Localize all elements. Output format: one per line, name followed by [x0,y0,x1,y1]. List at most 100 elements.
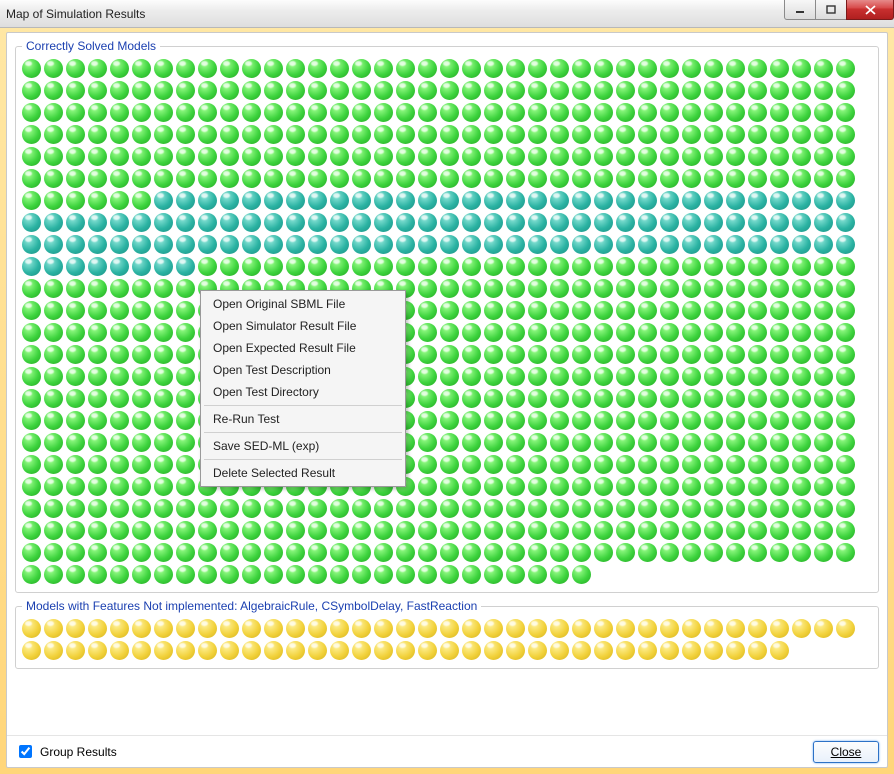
result-dot[interactable] [66,213,85,232]
result-dot[interactable] [528,125,547,144]
result-dot[interactable] [440,641,459,660]
result-dot[interactable] [550,411,569,430]
result-dot[interactable] [814,301,833,320]
result-dot[interactable] [770,477,789,496]
result-dot[interactable] [814,433,833,452]
result-dot[interactable] [506,59,525,78]
result-dot[interactable] [88,169,107,188]
result-dot[interactable] [44,301,63,320]
result-dot[interactable] [154,125,173,144]
result-dot[interactable] [66,323,85,342]
result-dot[interactable] [462,125,481,144]
result-dot[interactable] [308,521,327,540]
result-dot[interactable] [836,521,855,540]
result-dot[interactable] [462,455,481,474]
menu-item[interactable]: Open Simulator Result File [203,315,403,337]
result-dot[interactable] [572,619,591,638]
result-dot[interactable] [770,147,789,166]
result-dot[interactable] [682,499,701,518]
result-dot[interactable] [440,235,459,254]
result-dot[interactable] [154,279,173,298]
result-dot[interactable] [220,521,239,540]
result-dot[interactable] [220,619,239,638]
result-dot[interactable] [528,213,547,232]
result-dot[interactable] [770,213,789,232]
result-dot[interactable] [462,323,481,342]
result-dot[interactable] [704,59,723,78]
result-dot[interactable] [132,619,151,638]
result-dot[interactable] [682,455,701,474]
result-dot[interactable] [682,235,701,254]
result-dot[interactable] [814,257,833,276]
result-dot[interactable] [638,367,657,386]
result-dot[interactable] [748,411,767,430]
result-dot[interactable] [418,565,437,584]
result-dot[interactable] [550,499,569,518]
result-dot[interactable] [154,499,173,518]
result-dot[interactable] [110,169,129,188]
result-dot[interactable] [418,411,437,430]
result-dot[interactable] [506,213,525,232]
result-dot[interactable] [176,389,195,408]
result-dot[interactable] [616,103,635,122]
result-dot[interactable] [242,213,261,232]
result-dot[interactable] [836,411,855,430]
result-dot[interactable] [528,433,547,452]
result-dot[interactable] [462,521,481,540]
result-dot[interactable] [770,191,789,210]
result-dot[interactable] [572,59,591,78]
result-dot[interactable] [748,619,767,638]
result-dot[interactable] [154,169,173,188]
menu-item[interactable]: Save SED-ML (exp) [203,435,403,457]
result-dot[interactable] [792,301,811,320]
result-dot[interactable] [132,59,151,78]
result-dot[interactable] [484,235,503,254]
result-dot[interactable] [726,301,745,320]
result-dot[interactable] [154,81,173,100]
result-dot[interactable] [44,499,63,518]
result-dot[interactable] [572,345,591,364]
result-dot[interactable] [154,389,173,408]
result-dot[interactable] [110,59,129,78]
result-dot[interactable] [132,125,151,144]
result-dot[interactable] [132,279,151,298]
result-dot[interactable] [176,477,195,496]
result-dot[interactable] [770,257,789,276]
result-dot[interactable] [594,521,613,540]
result-dot[interactable] [330,499,349,518]
result-dot[interactable] [66,301,85,320]
result-dot[interactable] [770,521,789,540]
result-dot[interactable] [814,323,833,342]
result-dot[interactable] [132,323,151,342]
result-dot[interactable] [528,619,547,638]
result-dot[interactable] [374,499,393,518]
result-dot[interactable] [704,543,723,562]
result-dot[interactable] [44,455,63,474]
result-dot[interactable] [198,235,217,254]
result-dot[interactable] [396,641,415,660]
result-dot[interactable] [682,301,701,320]
result-dot[interactable] [198,565,217,584]
result-dot[interactable] [638,477,657,496]
result-dot[interactable] [748,103,767,122]
result-dot[interactable] [330,59,349,78]
result-dot[interactable] [418,279,437,298]
result-dot[interactable] [88,367,107,386]
result-dot[interactable] [528,389,547,408]
result-dot[interactable] [66,499,85,518]
result-dot[interactable] [704,411,723,430]
result-dot[interactable] [506,345,525,364]
result-dot[interactable] [220,169,239,188]
result-dot[interactable] [660,191,679,210]
result-dot[interactable] [66,521,85,540]
result-dot[interactable] [594,235,613,254]
result-dot[interactable] [330,641,349,660]
result-dot[interactable] [638,345,657,364]
result-dot[interactable] [396,257,415,276]
result-dot[interactable] [220,235,239,254]
result-dot[interactable] [176,235,195,254]
result-dot[interactable] [44,641,63,660]
result-dot[interactable] [770,619,789,638]
result-dot[interactable] [814,213,833,232]
result-dot[interactable] [748,169,767,188]
